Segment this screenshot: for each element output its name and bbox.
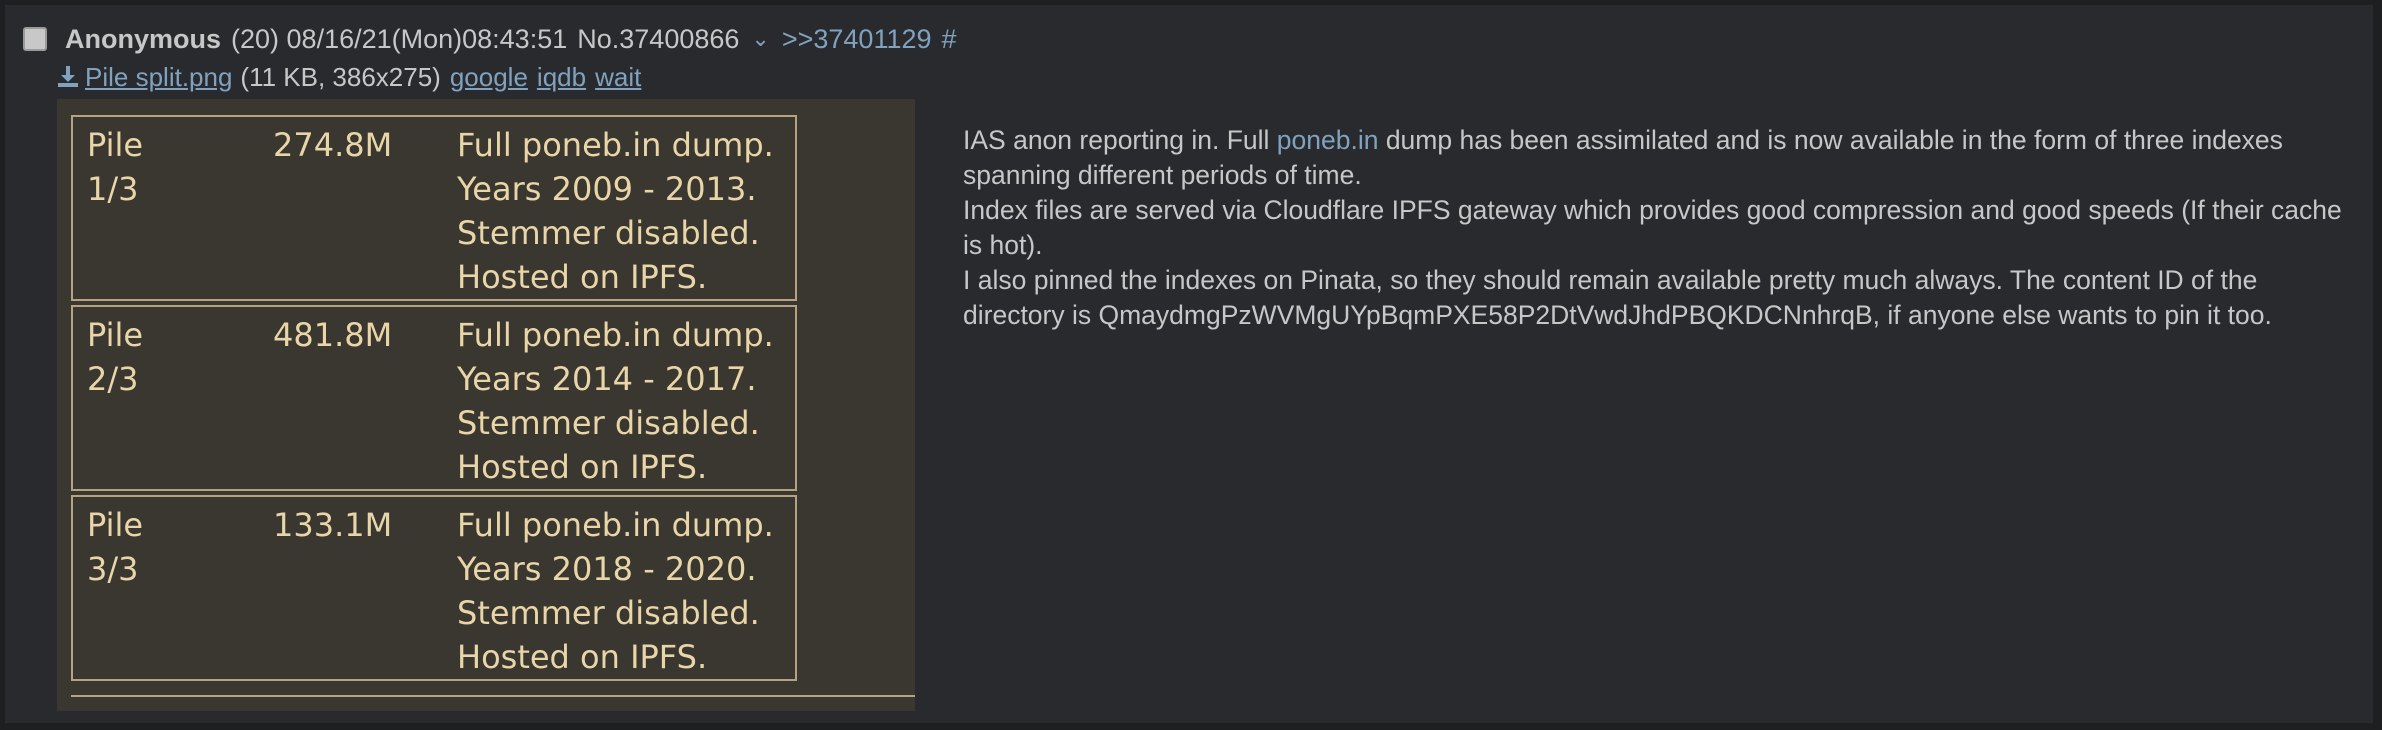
poneb-link[interactable]: poneb.in (1277, 125, 1379, 155)
pile-desc-line: Hosted on IPFS. (457, 448, 708, 486)
message-paragraph: Index files are served via Cloudflare IP… (963, 195, 2342, 260)
post-header: Anonymous (20) 08/16/21(Mon)08:43:51 No.… (23, 19, 957, 59)
pile-size: 481.8M (273, 316, 393, 354)
pile-desc-line: Stemmer disabled. (457, 214, 760, 252)
pile-size: 133.1M (273, 506, 393, 544)
file-info: Pile split.png (11 KB, 386x275) google i… (57, 59, 641, 95)
pile-size: 274.8M (273, 126, 393, 164)
backlink[interactable]: >>37401129 (782, 24, 932, 55)
wait-link[interactable]: wait (595, 62, 641, 93)
pile-desc-line: Full poneb.in dump. (457, 126, 774, 164)
pile-card: Pile 3/3 133.1M Full poneb.in dump. Years… (71, 495, 797, 681)
post-datetime: (20) 08/16/21(Mon)08:43:51 (231, 23, 568, 54)
post: Anonymous (20) 08/16/21(Mon)08:43:51 No.… (4, 4, 2374, 724)
post-hash-link[interactable]: # (942, 24, 957, 55)
pile-fraction: 1/3 (87, 170, 139, 208)
message-paragraph: IAS anon reporting in. Full poneb.in dum… (963, 125, 2283, 190)
pile-desc-line: Full poneb.in dump. (457, 506, 774, 544)
pile-desc-line: Full poneb.in dump. (457, 316, 774, 354)
pile-desc-line: Hosted on IPFS. (457, 638, 708, 676)
pile-card: Pile 1/3 274.8M Full poneb.in dump. Years… (71, 115, 797, 301)
post-number[interactable]: No.37400866 (577, 24, 739, 55)
pile-desc-line: Hosted on IPFS. (457, 258, 708, 296)
file-name-link[interactable]: Pile split.png (85, 62, 232, 93)
poster-name: Anonymous (65, 23, 222, 54)
pile-label: Pile (87, 506, 144, 544)
pile-desc-line: Stemmer disabled. (457, 594, 760, 632)
file-thumbnail[interactable]: Pile 1/3 274.8M Full poneb.in dump. Years… (57, 99, 915, 711)
pile-label: Pile (87, 126, 144, 164)
pile-desc-line: Years 2009 - 2013. (457, 170, 757, 208)
download-icon[interactable] (57, 65, 79, 89)
file-details: (11 KB, 386x275) (240, 61, 441, 92)
chevron-down-icon[interactable]: ⌄ (751, 26, 769, 52)
pile-desc-line: Stemmer disabled. (457, 404, 760, 442)
pile-desc-line: Years 2018 - 2020. (457, 550, 757, 588)
pile-card-cutoff (71, 695, 915, 711)
message-paragraph: I also pinned the indexes on Pinata, so … (963, 265, 2272, 330)
pile-card: Pile 2/3 481.8M Full poneb.in dump. Years… (71, 305, 797, 491)
pile-fraction: 2/3 (87, 360, 139, 398)
post-message: IAS anon reporting in. Full poneb.in dum… (963, 123, 2343, 333)
iqdb-link[interactable]: iqdb (537, 62, 586, 93)
pile-desc-line: Years 2014 - 2017. (457, 360, 757, 398)
pile-fraction: 3/3 (87, 550, 139, 588)
post-select-checkbox[interactable] (23, 27, 47, 51)
google-link[interactable]: google (450, 62, 528, 93)
pile-label: Pile (87, 316, 144, 354)
